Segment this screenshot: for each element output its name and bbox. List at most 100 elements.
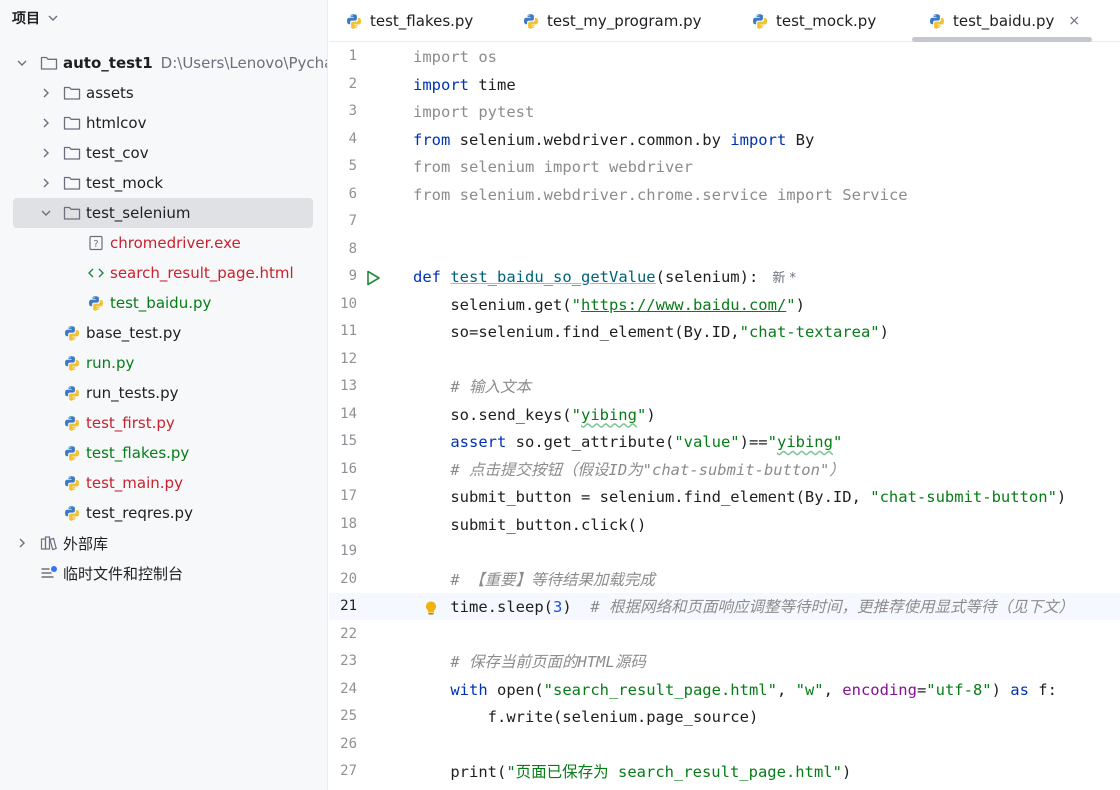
tree-item-test-selenium[interactable]: test_selenium [0, 198, 327, 228]
tree-item-test-flakes-py[interactable]: test_flakes.py [0, 438, 327, 468]
code-line[interactable]: selenium.get("https://www.baidu.com/") [413, 292, 805, 319]
python-file-icon [65, 416, 79, 431]
chevron-right-icon[interactable] [40, 87, 52, 99]
tree-item-label: test_baidu.py [110, 294, 212, 312]
unknown-file-icon: ? [89, 235, 103, 251]
line-number: 27 [340, 763, 357, 779]
tree-item-run-tests-py[interactable]: run_tests.py [0, 378, 327, 408]
line-number: 4 [348, 130, 357, 147]
tree-item-label: base_test.py [86, 324, 182, 342]
project-panel-title: 项目 [12, 11, 40, 27]
tab-label: test_my_program.py [547, 12, 702, 30]
chevron-down-icon[interactable] [40, 207, 52, 219]
code-line[interactable]: time.sleep(3) # 根据网络和页面响应调整等待时间，更推荐使用显式等… [413, 594, 1074, 621]
tree-item-label: auto_test1D:\Users\Lenovo\Pycharm [63, 54, 327, 72]
folder-icon [63, 116, 81, 130]
line-number: 18 [340, 515, 357, 532]
code-line[interactable]: submit_button = selenium.find_element(By… [413, 484, 1066, 511]
python-file-icon [524, 14, 538, 29]
code-line[interactable]: so=selenium.find_element(By.ID,"chat-tex… [413, 319, 889, 346]
line-number: 8 [348, 240, 357, 257]
line-number: 15 [340, 433, 357, 449]
project-sidebar: 项目 auto_test1D:\Users\Lenovo\Pycharmasse… [0, 0, 328, 790]
project-path: D:\Users\Lenovo\Pycharm [160, 54, 327, 72]
python-file-icon [65, 356, 79, 371]
folder-icon [63, 206, 81, 220]
line-number: 12 [340, 350, 357, 367]
code-editor[interactable]: 1 2 3 4 5 6 7 8 9 10 11 12 13 14 15 16 17 18 19 20 21 22 23 24 2… [329, 42, 1120, 790]
tree-item-test-baidu-py[interactable]: test_baidu.py [0, 288, 327, 318]
scratches-icon [41, 566, 57, 578]
code-line[interactable]: # 保存当前页面的HTML源码 [413, 649, 646, 676]
python-file-icon [65, 386, 79, 401]
lightbulb-icon[interactable] [423, 599, 439, 617]
tree-item-test-main-py[interactable]: test_main.py [0, 468, 327, 498]
tree-item-auto-test1[interactable]: auto_test1D:\Users\Lenovo\Pycharm [0, 48, 327, 78]
project-tree: auto_test1D:\Users\Lenovo\Pycharmassets h… [0, 48, 327, 588]
python-file-icon [930, 14, 944, 29]
tree-item-label: test_main.py [86, 474, 183, 492]
code-line[interactable]: f.write(selenium.page_source) [413, 704, 759, 731]
code-line[interactable]: # 点击提交按钮（假设ID为"chat-submit-button"） [413, 457, 844, 484]
tree-item-test-reqres-py[interactable]: test_reqres.py [0, 498, 327, 528]
tree-item-[interactable]: 临时文件和控制台 [0, 558, 327, 588]
chevron-right-icon[interactable] [40, 147, 52, 159]
tree-item-assets[interactable]: assets [0, 78, 327, 108]
code-line[interactable]: from selenium import webdriver [413, 154, 693, 181]
tree-item-chromedriver-exe[interactable]: ? chromedriver.exe [0, 228, 327, 258]
tree-item-base-test-py[interactable]: base_test.py [0, 318, 327, 348]
code-line[interactable]: assert so.get_attribute("value")=="yibin… [413, 429, 842, 456]
library-icon [40, 536, 57, 551]
tab-test_mock-py[interactable]: test_mock.py [751, 0, 876, 42]
code-line[interactable]: print("页面已保存为 search_result_page.html") [413, 759, 851, 786]
code-line[interactable]: so.send_keys("yibing") [413, 402, 655, 429]
tab-test_my_program-py[interactable]: test_my_program.py [522, 0, 702, 42]
code-area[interactable]: import os import time import pytest from se… [413, 42, 1120, 790]
tree-item-htmlcov[interactable]: htmlcov [0, 108, 327, 138]
code-line[interactable]: # 【重要】等待结果加载完成 [413, 567, 655, 594]
code-line[interactable]: submit_button.click() [413, 512, 646, 539]
chevron-right-icon[interactable] [40, 177, 52, 189]
chevron-down-icon[interactable] [16, 57, 28, 69]
code-line[interactable]: import time [413, 72, 516, 99]
line-number: 24 [340, 680, 357, 697]
python-file-icon [65, 446, 79, 461]
html-file-icon [88, 268, 104, 278]
tree-item-search-result-page-html[interactable]: search_result_page.html [0, 258, 327, 288]
chevron-down-icon[interactable] [48, 13, 58, 23]
line-number: 20 [340, 570, 357, 587]
tree-item-test-cov[interactable]: test_cov [0, 138, 327, 168]
code-line[interactable]: import pytest [413, 99, 534, 126]
tree-item-test-first-py[interactable]: test_first.py [0, 408, 327, 438]
chevron-right-icon[interactable] [40, 117, 52, 129]
tree-item-label: test_cov [86, 144, 149, 162]
line-number: 16 [340, 460, 357, 477]
chevron-right-icon[interactable] [16, 537, 28, 549]
line-number: 13 [340, 378, 357, 394]
project-panel-header[interactable]: 项目 [12, 6, 58, 30]
tree-item-label: 临时文件和控制台 [63, 564, 184, 583]
tree-item-label: test_selenium [86, 204, 191, 222]
code-line[interactable]: from selenium.webdriver.common.by import… [413, 127, 814, 154]
tab-test_flakes-py[interactable]: test_flakes.py [345, 0, 473, 42]
line-number: 23 [340, 653, 357, 669]
tree-item-label: test_mock [86, 174, 164, 192]
code-line[interactable]: import os [413, 44, 497, 71]
tree-item-test-mock[interactable]: test_mock [0, 168, 327, 198]
tree-item-label: htmlcov [86, 114, 147, 132]
editor-tab-bar: test_flakes.py test_my_program.py test_moc… [329, 0, 1120, 42]
close-tab-icon[interactable]: × [1068, 13, 1080, 29]
tab-test_baidu-py[interactable]: test_baidu.py × [928, 0, 1080, 42]
code-line[interactable]: from selenium.webdriver.chrome.service i… [413, 182, 908, 209]
code-line[interactable]: with open("search_result_page.html", "w"… [413, 677, 1057, 704]
line-number: 10 [340, 295, 357, 312]
code-line[interactable]: # 输入文本 [413, 374, 531, 401]
line-number: 3 [348, 103, 357, 119]
code-line[interactable]: def test_baidu_so_getValue(selenium): 新 * [413, 264, 796, 291]
run-icon[interactable] [365, 270, 381, 286]
tree-item-run-py[interactable]: run.py [0, 348, 327, 378]
editor-gutter[interactable]: 1 2 3 4 5 6 7 8 9 10 11 12 13 14 15 16 17 18 19 20 21 22 23 24 2… [329, 42, 409, 790]
line-number: 5 [348, 158, 357, 174]
tree-item-[interactable]: 外部库 [0, 528, 327, 558]
svg-text:?: ? [93, 239, 98, 250]
